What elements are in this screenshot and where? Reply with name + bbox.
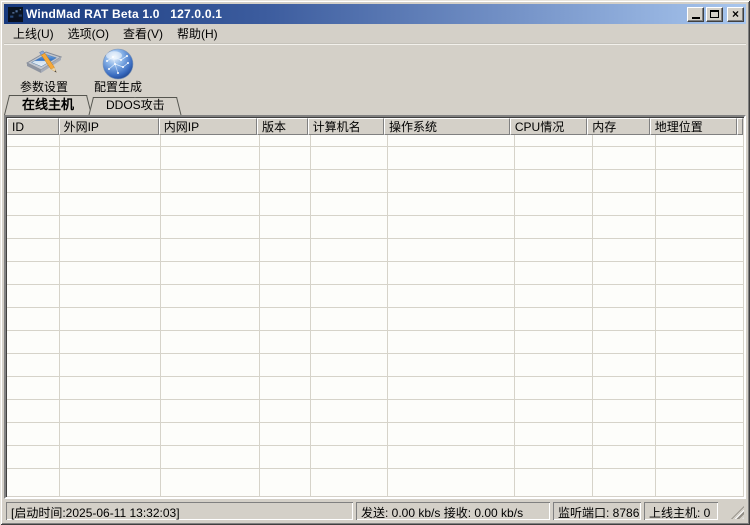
tab-ddos-attack[interactable]: DDOS攻击 — [90, 97, 181, 115]
tab-strip: 在线主机 DDOS攻击 — [4, 94, 746, 115]
column-header-os[interactable]: 操作系统 — [384, 118, 510, 135]
host-list[interactable]: ID 外网IP 内网IP 版本 计算机名 操作系统 CPU情况 内存 地理位置 — [4, 115, 746, 499]
resize-grip-icon[interactable] — [731, 506, 744, 519]
host-list-header: ID 外网IP 内网IP 版本 计算机名 操作系统 CPU情况 内存 地理位置 — [7, 118, 743, 135]
column-header-id[interactable]: ID — [7, 118, 59, 135]
column-header-version[interactable]: 版本 — [257, 118, 308, 135]
menu-bar: 上线(U) 选项(O) 查看(V) 帮助(H) — [4, 24, 746, 44]
status-startup-time: [启动时间:2025-06-11 13:32:03] — [6, 502, 353, 520]
app-icon — [8, 7, 23, 22]
host-list-body[interactable] — [7, 135, 743, 496]
status-listen-port: 监听端口: 8786 — [553, 502, 641, 520]
close-button[interactable]: × — [727, 7, 744, 22]
toolbar-button-label: 参数设置 — [20, 81, 68, 94]
gridline — [310, 135, 311, 496]
column-header-computer[interactable]: 计算机名 — [308, 118, 384, 135]
config-generate-button[interactable]: 配置生成 — [88, 46, 148, 93]
column-header-wan-ip[interactable]: 外网IP — [59, 118, 159, 135]
minimize-icon — [692, 17, 700, 19]
tab-label: 在线主机 — [12, 95, 84, 114]
status-send-receive: 发送: 0.00 kb/s 接收: 0.00 kb/s — [356, 502, 550, 520]
status-online-hosts: 上线主机: 0 — [644, 502, 718, 520]
gridline — [743, 135, 744, 496]
column-header-location[interactable]: 地理位置 — [650, 118, 737, 135]
gridline — [259, 135, 260, 496]
menu-item-view[interactable]: 查看(V) — [116, 23, 170, 44]
gridline — [59, 135, 60, 496]
minimize-button[interactable] — [687, 7, 704, 22]
gridline — [655, 135, 656, 496]
tab-label: DDOS攻击 — [96, 97, 175, 114]
maximize-icon — [710, 10, 719, 18]
window-title: WindMad RAT Beta 1.0 127.0.0.1 — [26, 7, 687, 21]
tab-online-hosts[interactable]: 在线主机 — [6, 95, 90, 115]
menu-item-options[interactable]: 选项(O) — [61, 23, 116, 44]
gridline — [387, 135, 388, 496]
gridline — [514, 135, 515, 496]
column-header-memory[interactable]: 内存 — [587, 118, 650, 135]
column-header-cpu[interactable]: CPU情况 — [510, 118, 587, 135]
column-header-filler — [737, 118, 743, 135]
app-window: WindMad RAT Beta 1.0 127.0.0.1 × 上线(U) 选… — [0, 0, 750, 525]
close-icon: × — [732, 9, 739, 19]
maximize-button[interactable] — [706, 7, 723, 22]
gridline — [160, 135, 161, 496]
status-bar: [启动时间:2025-06-11 13:32:03] 发送: 0.00 kb/s… — [4, 499, 746, 521]
settings-screen-pencil-icon — [26, 48, 62, 80]
window-controls: × — [687, 7, 744, 22]
gridline — [592, 135, 593, 496]
toolbar-button-label: 配置生成 — [94, 81, 142, 94]
toolbar: 参数设置 — [4, 44, 746, 94]
menu-item-help[interactable]: 帮助(H) — [170, 23, 225, 44]
menu-item-online[interactable]: 上线(U) — [6, 23, 61, 44]
title-bar[interactable]: WindMad RAT Beta 1.0 127.0.0.1 × — [4, 4, 746, 24]
parameter-settings-button[interactable]: 参数设置 — [14, 46, 74, 93]
column-header-lan-ip[interactable]: 内网IP — [159, 118, 257, 135]
globe-network-icon — [100, 48, 136, 80]
